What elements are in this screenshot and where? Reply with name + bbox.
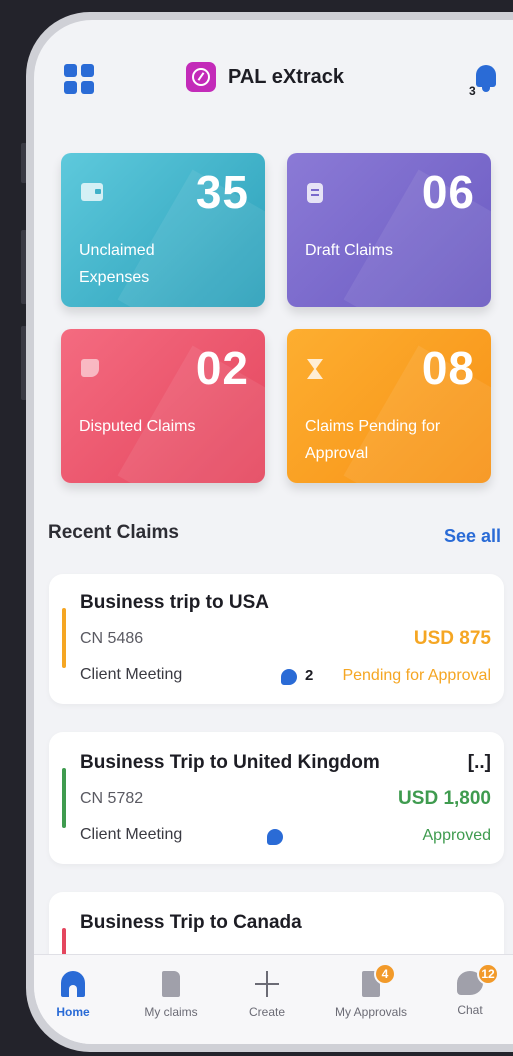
stat-value: 02: [195, 342, 249, 394]
claim-card[interactable]: Business Trip to United Kingdom [..] CN …: [49, 732, 504, 864]
claim-type: Client Meeting: [80, 826, 183, 843]
tab-my-claims[interactable]: My claims: [126, 971, 216, 1019]
stat-value: 06: [421, 166, 475, 218]
logo-icon: [186, 62, 216, 92]
wallet-icon: [81, 183, 103, 201]
stat-value: 08: [421, 342, 475, 394]
claim-amount: USD 1,800: [398, 788, 491, 809]
stat-label: Claims Pending for Approval: [305, 418, 441, 462]
status-accent-bar: [62, 608, 66, 668]
thumbs-down-icon: [81, 359, 99, 377]
claim-title: Business Trip to United Kingdom: [80, 752, 380, 773]
claim-title: Business trip to USA: [80, 592, 269, 613]
tab-label: My claims: [144, 1005, 198, 1019]
phone-frame: PAL eXtrack 3 35 Unclaimed Expenses 06 D…: [26, 12, 513, 1052]
status-accent-bar: [62, 768, 66, 828]
tab-home[interactable]: Home: [34, 971, 118, 1019]
stat-label: Draft Claims: [305, 242, 394, 259]
chat-icon: 12: [457, 963, 499, 995]
comment-icon[interactable]: [267, 829, 283, 845]
plus-icon: [255, 971, 279, 997]
claim-number: CN 5486: [80, 630, 144, 647]
tab-create[interactable]: Create: [222, 971, 312, 1019]
tab-my-approvals[interactable]: 4 My Approvals: [326, 963, 416, 1019]
notification-bell-icon[interactable]: 3: [469, 62, 501, 98]
bottom-tab-bar: Home My claims Create 4 My Approvals 12: [34, 954, 513, 1044]
approvals-document-icon: 4: [362, 963, 396, 997]
claim-card[interactable]: Business trip to USA CN 5486 USD 875 Cli…: [49, 574, 504, 704]
document-icon: [307, 183, 323, 203]
notification-count: 3: [469, 84, 476, 98]
claim-type: Client Meeting: [80, 666, 183, 683]
tab-label: Home: [56, 1005, 90, 1019]
home-icon: [61, 971, 85, 997]
comment-count: 2: [305, 667, 314, 684]
stat-label: Unclaimed Expenses: [79, 242, 155, 286]
recent-claims-heading: Recent Claims: [48, 522, 179, 543]
claim-amount: USD 875: [413, 628, 491, 649]
app-header: PAL eXtrack 3: [34, 20, 513, 130]
disputed-claims-card[interactable]: 02 Disputed Claims: [61, 329, 265, 483]
stat-label: Disputed Claims: [79, 418, 196, 435]
claim-title: Business Trip to Canada: [80, 912, 302, 933]
claim-status: Pending for Approval: [342, 667, 491, 684]
draft-claims-card[interactable]: 06 Draft Claims: [287, 153, 491, 307]
app-logo: PAL eXtrack: [186, 62, 344, 92]
approvals-badge: 4: [374, 963, 396, 985]
app-screen: PAL eXtrack 3 35 Unclaimed Expenses 06 D…: [34, 20, 513, 1044]
tab-chat[interactable]: 12 Chat: [425, 963, 513, 1017]
stats-grid: 35 Unclaimed Expenses 06 Draft Claims 02…: [61, 153, 494, 483]
hourglass-icon: [307, 359, 323, 379]
menu-grid-icon[interactable]: [64, 64, 94, 94]
claim-more-indicator[interactable]: [..]: [468, 752, 491, 774]
chat-badge: 12: [477, 963, 499, 985]
see-all-link[interactable]: See all: [444, 526, 501, 547]
tab-label: Chat: [457, 1003, 483, 1017]
claim-number: CN 5782: [80, 790, 144, 807]
app-title: PAL eXtrack: [228, 65, 344, 88]
pending-approval-card[interactable]: 08 Claims Pending for Approval: [287, 329, 491, 483]
comment-icon[interactable]: [281, 669, 297, 685]
tab-label: Create: [248, 1005, 286, 1019]
unclaimed-expenses-card[interactable]: 35 Unclaimed Expenses: [61, 153, 265, 307]
claim-status: Approved: [422, 827, 492, 844]
tab-label: My Approvals: [334, 1005, 408, 1019]
claims-document-icon: [162, 971, 180, 997]
stat-value: 35: [195, 166, 249, 218]
